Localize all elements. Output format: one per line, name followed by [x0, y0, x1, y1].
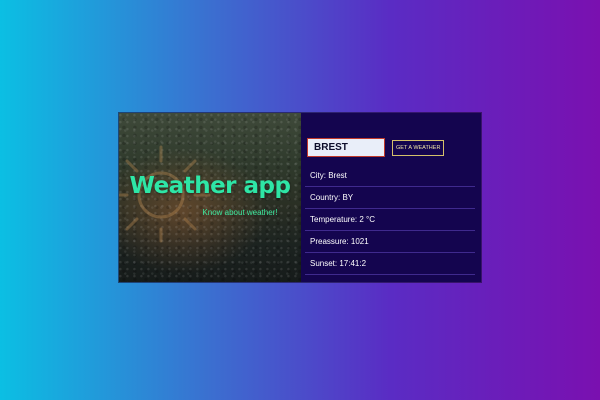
get-weather-button[interactable]: GET A WEATHER	[392, 139, 445, 156]
app-title: Weather app	[129, 173, 291, 199]
app-subtitle: Know about weather!	[202, 208, 278, 217]
info-temperature: Temperature: 2 °C	[305, 209, 475, 231]
city-search-input[interactable]	[307, 138, 385, 157]
info-sunset: Sunset: 17:41:2	[305, 253, 475, 275]
info-pressure: Preassure: 1021	[305, 231, 475, 253]
info-country: Country: BY	[305, 187, 475, 209]
weather-card: Weather app Know about weather! GET A WE…	[119, 113, 481, 282]
info-city: City: Brest	[305, 165, 475, 187]
weather-panel: GET A WEATHER City: Brest Country: BY Te…	[301, 113, 481, 282]
weather-info-list: City: Brest Country: BY Temperature: 2 °…	[305, 165, 475, 275]
hero-image: Weather app Know about weather!	[119, 113, 301, 282]
search-row: GET A WEATHER	[307, 138, 445, 157]
